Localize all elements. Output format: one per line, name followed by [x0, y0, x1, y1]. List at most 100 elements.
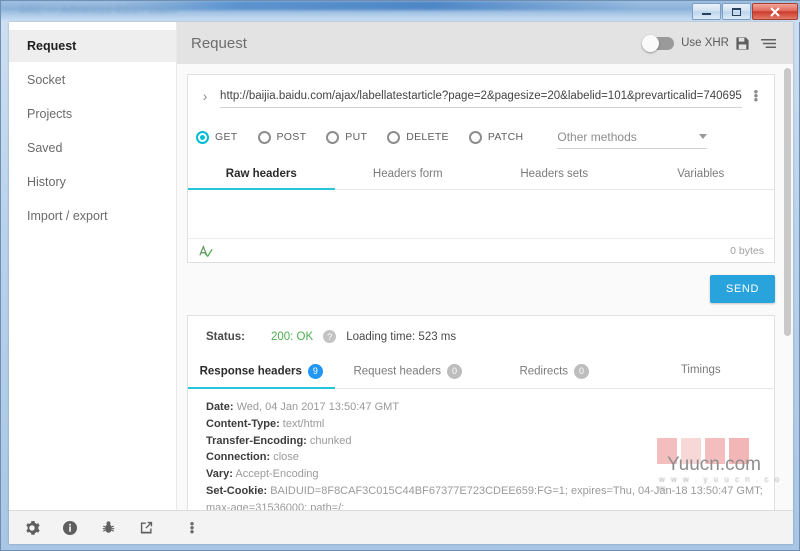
sidebar-item-history[interactable]: History [9, 166, 176, 198]
url-input[interactable]: http://baijia.baidu.com/ajax/labellatest… [220, 84, 742, 108]
footer-kebab-menu-icon[interactable]: • • • [185, 517, 199, 538]
content-area: Request Use XHR › http://baijia.baidu.co… [177, 22, 793, 510]
content-topbar: Request Use XHR [177, 22, 793, 64]
close-button[interactable] [752, 3, 798, 20]
tab-label: Response headers [199, 365, 302, 378]
header-name: Content-Type: [206, 417, 280, 430]
tab-headers-form[interactable]: Headers form [335, 157, 482, 189]
close-icon [770, 6, 780, 17]
settings-button[interactable] [23, 519, 41, 537]
status-badge: 200: OK [270, 330, 314, 343]
tab-variables[interactable]: Variables [628, 157, 775, 189]
app-main: Request Socket Projects Saved History Im… [9, 22, 793, 510]
request-card: › http://baijia.baidu.com/ajax/labellate… [187, 74, 775, 263]
tab-label: Redirects [519, 365, 569, 378]
radio-dot-icon [326, 130, 340, 144]
chevron-down-icon [699, 134, 708, 139]
use-xhr-toggle-group[interactable]: Use XHR [642, 34, 729, 52]
window-titlebar: ARC — Advanced REST client [1, 1, 800, 22]
window-title: ARC — Advanced REST client [19, 4, 177, 16]
request-tabs: Raw headers Headers form Headers sets Va… [188, 157, 774, 190]
tab-badge: 9 [307, 364, 323, 379]
header-row: Set-Cookie: BAIDUID=8F8CAF3C015C44BF6737… [206, 483, 774, 510]
header-name: Set-Cookie: [206, 484, 268, 497]
send-row: SEND [187, 275, 775, 315]
report-bug-button[interactable] [99, 519, 117, 537]
bytes-label: 0 bytes [730, 244, 764, 257]
spellcheck-icon[interactable] [198, 244, 214, 258]
method-label-delete: DELETE [406, 131, 449, 143]
use-xhr-toggle[interactable] [642, 34, 675, 52]
header-name: Vary: [206, 468, 233, 481]
maximize-button[interactable] [722, 3, 751, 20]
window-controls [692, 3, 798, 20]
tab-timings[interactable]: Timings [628, 353, 775, 388]
save-icon [735, 36, 749, 50]
method-radio-post[interactable]: POST [257, 130, 307, 144]
gear-icon [26, 520, 40, 535]
header-value: Wed, 04 Jan 2017 13:50:47 GMT [236, 401, 400, 413]
titlebar-glare [121, 1, 641, 10]
info-button[interactable] [61, 519, 79, 537]
status-row: Status: 200: OK ? Loading time: 523 ms [188, 316, 774, 353]
tab-headers-sets[interactable]: Headers sets [481, 157, 628, 189]
radio-dot-icon [257, 130, 271, 144]
header-name: Date: [206, 401, 234, 413]
method-radio-patch[interactable]: PATCH [468, 130, 524, 144]
app-footer: • • • [9, 510, 793, 544]
header-value: close [273, 451, 299, 464]
sidebar-item-request[interactable]: Request [9, 30, 176, 62]
header-row: Connection: close [206, 449, 774, 466]
status-label: Status: [206, 330, 245, 343]
question-mark-icon[interactable]: ? [323, 330, 337, 343]
tab-badge: 0 [447, 364, 463, 379]
method-radio-delete[interactable]: DELETE [387, 130, 449, 144]
header-row: Transfer-Encoding: chunked [206, 433, 774, 450]
method-label-post: POST [276, 131, 307, 143]
url-kebab-menu-icon[interactable]: • • • [748, 85, 764, 106]
header-row: Content-Type: text/html [206, 416, 774, 433]
tab-raw-headers[interactable]: Raw headers [188, 157, 335, 190]
header-row: Date: Wed, 04 Jan 2017 13:50:47 GMT [206, 399, 774, 416]
sidebar-item-socket[interactable]: Socket [9, 64, 176, 96]
radio-dot-icon [468, 130, 482, 144]
os-window: ARC — Advanced REST client Request Socke… [0, 0, 800, 551]
sidebar-item-saved[interactable]: Saved [9, 132, 176, 164]
header-value: text/html [282, 417, 325, 430]
sidebar-item-import-export[interactable]: Import / export [9, 200, 176, 232]
method-radio-get[interactable]: GET [196, 130, 238, 144]
page-title: Request [191, 34, 247, 52]
header-value: chunked [309, 434, 352, 447]
response-tabs: Response headers 9 Request headers 0 Redir… [188, 353, 774, 389]
url-value: http://baijia.baidu.com/ajax/labellatest… [220, 89, 742, 102]
bug-icon [102, 521, 114, 533]
chevron-right-icon[interactable]: › [196, 88, 214, 104]
tab-badge: 0 [574, 364, 590, 379]
method-radio-put[interactable]: PUT [326, 130, 367, 144]
sidebar-item-projects[interactable]: Projects [9, 98, 176, 130]
radio-dot-icon [196, 130, 209, 144]
info-icon [63, 520, 77, 535]
response-card: Status: 200: OK ? Loading time: 523 ms R… [187, 315, 775, 510]
url-row: › http://baijia.baidu.com/ajax/labellate… [188, 75, 774, 117]
send-button[interactable]: SEND [710, 275, 775, 303]
loading-time-label: Loading time: 523 ms [346, 330, 457, 343]
save-button[interactable] [729, 30, 755, 56]
minimize-button[interactable] [692, 3, 721, 20]
vertical-scrollbar[interactable] [784, 68, 791, 336]
application-window: Request Socket Projects Saved History Im… [9, 22, 793, 544]
scroll-area: › http://baijia.baidu.com/ajax/labellate… [177, 64, 793, 510]
response-headers-list: Date: Wed, 04 Jan 2017 13:50:47 GMT Cont… [188, 389, 774, 510]
menu-button[interactable] [755, 30, 781, 56]
raw-headers-editor[interactable] [188, 190, 774, 238]
other-methods-select[interactable]: Other methods [557, 125, 708, 149]
tab-response-headers[interactable]: Response headers 9 [188, 353, 335, 389]
open-external-button[interactable] [137, 519, 155, 537]
header-value: BAIDUID=8F8CAF3C015C44BF67377E723CDEE659… [206, 484, 763, 510]
other-methods-label: Other methods [557, 129, 637, 144]
header-name: Transfer-Encoding: [206, 434, 307, 447]
tab-redirects[interactable]: Redirects 0 [481, 353, 628, 388]
tab-request-headers[interactable]: Request headers 0 [335, 353, 482, 388]
sidebar: Request Socket Projects Saved History Im… [9, 22, 177, 510]
radio-dot-icon [387, 130, 401, 144]
